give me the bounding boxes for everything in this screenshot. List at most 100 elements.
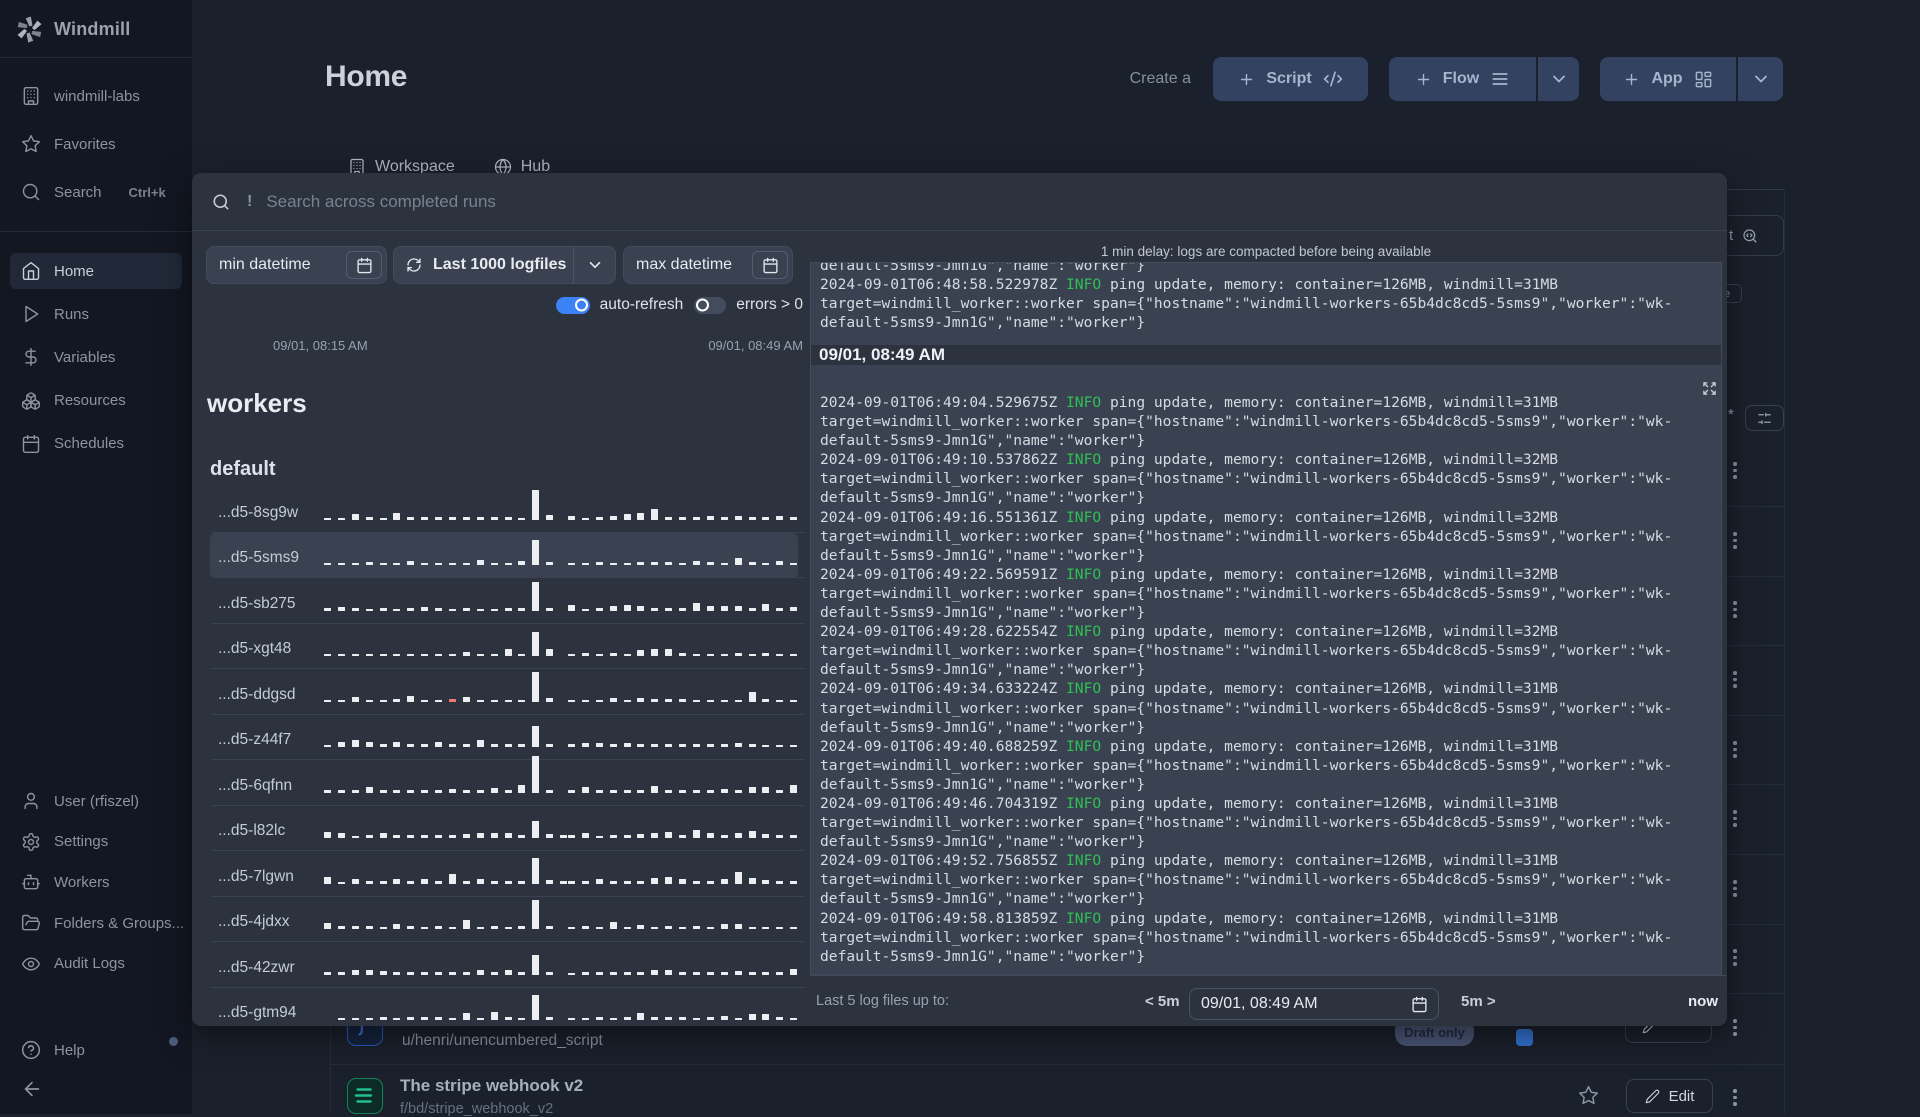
logfiles-count-select[interactable]: Last 1000 logfiles [393,246,616,284]
flow-dropdown-button[interactable] [1538,57,1579,101]
back-5m-button[interactable]: < 5m [1145,993,1180,1010]
worker-row[interactable]: ...d5-4jdxx [192,897,810,942]
worker-activity-sparkline [568,1013,804,1020]
row-menu-kebab-icon[interactable] [1733,1089,1737,1109]
auto-refresh-toggle[interactable] [555,296,590,314]
row-separator [1727,993,1784,994]
worker-row[interactable]: ...d5-6qfnn [192,755,810,806]
favorite-star-icon[interactable] [1578,1085,1599,1106]
arrow-left-icon [21,1078,43,1100]
edit-button[interactable]: Edit [1626,1079,1713,1113]
calendar-icon[interactable] [752,251,788,279]
sidebar-item-help[interactable]: Help [10,1032,182,1068]
plus-icon [1238,71,1255,88]
row-menu-kebab-icon[interactable] [1733,741,1737,761]
now-button[interactable]: now [1688,993,1718,1010]
worker-activity-sparkline [568,602,804,611]
sidebar-item-schedules[interactable]: Schedules [10,426,182,462]
worker-activity-sparkline [324,821,574,838]
worker-activity-sparkline [568,691,804,702]
building-icon [21,86,41,106]
log-datetime-input[interactable]: 09/01, 08:49 AM [1189,988,1439,1020]
worker-activity-sparkline [568,508,804,520]
worker-row[interactable]: ...d5-z44f7 [192,715,810,760]
sidebar-item-audit[interactable]: Audit Logs [10,946,182,982]
forward-5m-button[interactable]: 5m > [1461,993,1496,1010]
worker-row[interactable]: ...d5-sb275 [192,578,810,624]
min-datetime-input[interactable]: min datetime [206,246,387,284]
sidebar-item-runs[interactable]: Runs [10,296,182,332]
script-title[interactable]: The stripe webhook v2 [400,1076,583,1096]
app-name: Windmill [54,19,131,39]
app-logo[interactable]: Windmill [16,16,130,43]
help-icon [21,1040,41,1060]
max-datetime-input[interactable]: max datetime [623,246,793,284]
worker-id: ...d5-sb275 [218,594,296,612]
sidebar-item-variables[interactable]: Variables [10,339,182,375]
calendar-icon [21,434,41,454]
script-path[interactable]: u/henri/unencumbered_script [402,1032,603,1050]
list-left-border [330,1026,331,1114]
create-script-button[interactable]: Script [1213,57,1368,101]
log-files-footer: Last 5 log files up to: < 5m 09/01, 08:4… [810,975,1727,1026]
worker-id: ...d5-gtm94 [218,1004,297,1021]
app-dropdown-button[interactable] [1738,57,1783,101]
row-menu-kebab-icon[interactable] [1733,532,1737,552]
search-icon [21,182,41,202]
create-app-button[interactable]: App [1600,57,1736,101]
pencil-icon [1645,1089,1660,1104]
worker-row[interactable]: ...d5-l82lc [192,806,810,851]
sidebar-item-home[interactable]: Home [10,253,182,289]
worker-row[interactable]: ...d5-8sg9w [192,487,810,533]
log-viewer[interactable]: default-5sms9-Jmn1G","name":"worker"} 202… [810,262,1722,975]
row-menu-kebab-icon[interactable] [1733,949,1737,969]
worker-row[interactable]: ...d5-xgt48 [192,624,810,669]
sidebar-item-search[interactable]: Search Ctrl+k [10,174,182,210]
worker-row[interactable]: ...d5-42zwr [192,942,810,988]
calendar-icon[interactable] [346,251,382,279]
sidebar-item-user[interactable]: User (rfiszel) [10,783,182,819]
row-menu-kebab-icon[interactable] [1733,810,1737,830]
sidebar-item-workspace[interactable]: windmill-labs [10,78,182,114]
language-badge-icon [1516,1029,1533,1046]
sidebar-item-folders[interactable]: Folders & Groups... [10,905,184,941]
worker-activity-sparkline [568,968,804,975]
log-files-label: Last 5 log files up to: [816,993,949,1009]
refresh-icon [406,257,422,273]
row-menu-kebab-icon[interactable] [1733,671,1737,691]
modal-search-bar[interactable]: ! Search across completed runs [192,173,1727,231]
row-menu-kebab-icon[interactable] [1733,880,1737,900]
sidebar-item-resources[interactable]: Resources [10,383,182,419]
worker-row[interactable]: ...d5-5sms9 [192,532,810,578]
search-icon [212,193,230,211]
chevron-down-icon[interactable] [573,247,615,283]
errors-toggle[interactable] [694,296,727,314]
row-menu-kebab-icon[interactable] [1733,601,1737,621]
row-menu-kebab-icon[interactable] [1733,1019,1737,1039]
worker-activity-sparkline [324,489,560,520]
worker-row[interactable]: ...d5-7lgwn [192,851,810,897]
bot-icon [21,872,41,892]
worker-activity-sparkline [324,995,560,1020]
workers-list: ...d5-8sg9w ...d5-5sms9 ...d5-sb275 ...d5-x… [192,487,810,1026]
collapse-sidebar-button[interactable] [10,1071,66,1107]
keyboard-shortcut: Ctrl+k [128,184,166,200]
worker-activity-sparkline [568,558,804,565]
worker-row[interactable]: ...d5-gtm94 [192,988,810,1027]
sidebar-item-workers[interactable]: Workers [10,864,182,900]
dollar-icon [21,347,41,367]
worker-id: ...d5-8sg9w [218,503,299,521]
worker-activity-sparkline [324,857,574,884]
create-flow-button[interactable]: Flow [1389,57,1536,101]
worker-activity-sparkline [324,726,560,747]
script-path[interactable]: f/bd/stripe_webhook_v2 [400,1101,553,1117]
dashboard-icon [1694,70,1713,89]
plus-icon [1415,71,1432,88]
sidebar-item-settings[interactable]: Settings [10,824,182,860]
worker-id: ...d5-4jdxx [218,913,290,930]
worker-row[interactable]: ...d5-ddgsd [192,669,810,715]
filter-button[interactable] [1745,405,1784,431]
row-menu-kebab-icon[interactable] [1733,462,1737,482]
calendar-icon[interactable] [1401,990,1437,1018]
sidebar-item-favorites[interactable]: Favorites [10,126,182,162]
